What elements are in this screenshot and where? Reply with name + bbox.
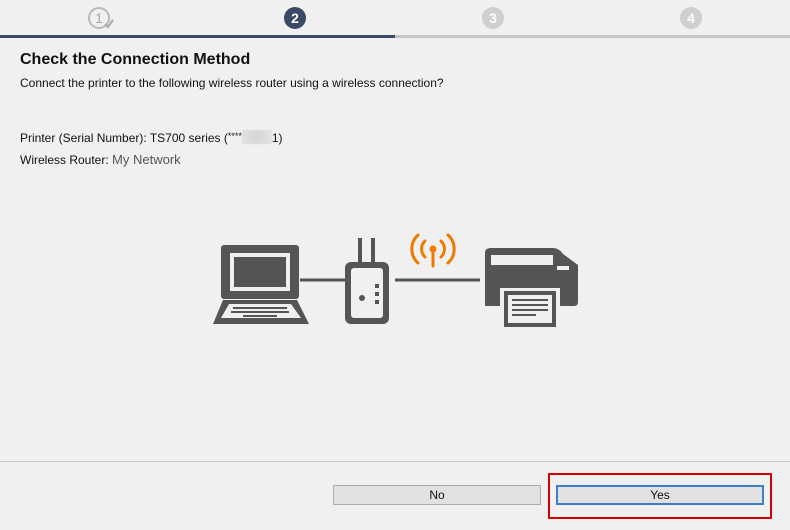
router-icon	[345, 238, 389, 324]
step-1-label: 1	[95, 10, 103, 26]
step-progress-active	[0, 35, 395, 38]
step-1: 1	[88, 7, 114, 29]
wifi-signal-icon	[410, 233, 456, 268]
step-progress-remaining	[395, 35, 790, 38]
serial-suffix: 1)	[271, 131, 283, 145]
page-subtitle: Connect the printer to the following wir…	[20, 76, 444, 90]
printer-label: Printer (Serial Number):	[20, 131, 150, 145]
yes-button-highlight	[548, 473, 772, 519]
printer-icon	[485, 248, 578, 330]
router-value: My Network	[112, 152, 181, 167]
step-4-label: 4	[687, 10, 695, 26]
check-icon	[104, 19, 114, 29]
router-info: Wireless Router: My Network	[20, 152, 181, 167]
step-2: 2	[284, 7, 306, 29]
step-2-label: 2	[291, 10, 299, 26]
no-button[interactable]: No	[333, 485, 541, 505]
step-3-label: 3	[489, 10, 497, 26]
router-label: Wireless Router:	[20, 153, 113, 167]
footer-divider	[0, 461, 790, 462]
serial-prefix: ****	[227, 131, 242, 141]
step-3: 3	[482, 7, 504, 29]
laptop-icon	[213, 245, 309, 324]
step-indicator: 1 2 3 4	[0, 0, 790, 38]
printer-info: Printer (Serial Number): TS700 series (*…	[20, 130, 283, 145]
connection-diagram	[213, 233, 578, 330]
printer-model: TS700 series (	[149, 131, 228, 145]
serial-redacted	[241, 130, 272, 144]
step-4: 4	[680, 7, 702, 29]
page-title: Check the Connection Method	[20, 51, 251, 68]
